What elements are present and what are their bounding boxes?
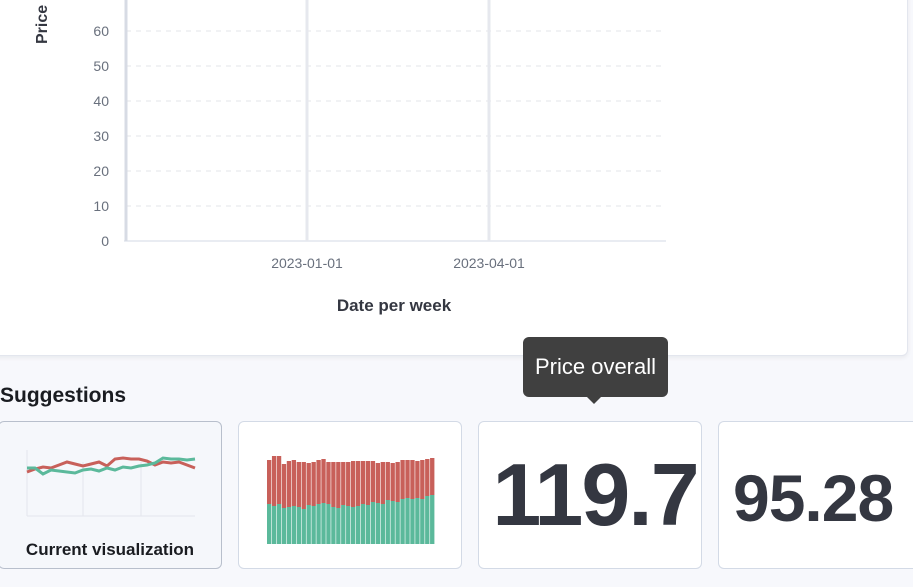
thumbnail-bar-red <box>420 460 425 499</box>
thumbnail-bar-green <box>375 503 381 544</box>
y-axis-title: Price <box>34 4 51 44</box>
suggestion-metric-secondary[interactable]: 95.28 <box>718 421 913 569</box>
thumbnail-bar-green <box>360 504 366 544</box>
thumbnail-bar-red <box>331 462 336 507</box>
suggestion-current-visualization[interactable]: Current visualization <box>0 421 222 569</box>
thumbnail-bar-red <box>351 461 356 507</box>
thumbnail-bar-red <box>267 460 272 504</box>
thumbnail-bar-red <box>370 461 376 502</box>
thumbnail-bar-red <box>365 461 371 505</box>
thumbnail-bar-green <box>306 505 311 544</box>
thumbnail-bar-green <box>276 504 282 544</box>
thumbnail-bar-red <box>306 463 311 505</box>
thumbnail-bar-red <box>375 463 381 503</box>
thumbnail-bar-green <box>286 507 292 544</box>
thumbnail-bar-green <box>385 500 390 544</box>
thumbnail-bar-red <box>425 459 430 496</box>
y-tick-label: 10 <box>93 198 109 214</box>
tooltip: Price overall <box>523 337 668 404</box>
stacked-bar-thumbnail <box>267 456 435 544</box>
y-tick-label: 50 <box>93 58 109 74</box>
thumbnail-bar-green <box>351 507 356 544</box>
thumbnail-bar-red <box>286 461 292 507</box>
thumbnail-bar-green <box>425 496 430 544</box>
thumbnail-bar-green <box>346 506 351 544</box>
suggestion-metric-price-overall[interactable]: 119.7 <box>478 421 702 569</box>
y-tick-label: 40 <box>93 93 109 109</box>
thumbnail-bar-green <box>341 505 346 544</box>
thumbnail-bar-red <box>336 462 341 508</box>
price-chart: 0 10 20 30 40 50 60 2023-01-01 2023-04-01 <box>93 0 666 271</box>
thumbnail-bar-red <box>296 462 301 507</box>
suggestions-title: Suggestions <box>0 384 127 407</box>
chart-grid <box>124 0 666 242</box>
thumbnail-bar-green <box>410 499 415 544</box>
thumbnail-bar-green <box>336 508 341 544</box>
x-tick-label: 2023-01-01 <box>271 255 343 271</box>
thumbnail-bar-green <box>415 498 420 544</box>
thumbnail-bar-red <box>395 462 400 502</box>
thumbnail-bar-green <box>281 508 287 544</box>
thumbnail-bar-green <box>430 495 435 544</box>
thumbnail-bar-red <box>380 462 385 504</box>
thumbnail-bar-red <box>405 460 410 498</box>
thumbnail-bar-green <box>291 506 297 544</box>
thumbnail-bar-red <box>271 456 277 506</box>
thumbnail-bar-red <box>326 462 331 504</box>
thumbnail-bar-red <box>311 462 316 506</box>
thumbnail-bar-green <box>400 499 405 544</box>
thumbnail-bar-green <box>395 502 400 544</box>
thumbnail-bar-red <box>341 462 346 505</box>
thumbnail-bar-green <box>267 504 272 544</box>
thumbnail-bar-green <box>365 505 371 544</box>
y-tick-label: 30 <box>93 128 109 144</box>
y-tick-label: 60 <box>93 23 109 39</box>
thumbnail-bar-green <box>355 506 361 544</box>
thumbnail-bar-red <box>390 463 395 501</box>
metric-value: 119.7 <box>492 445 699 544</box>
y-tick-label: 0 <box>101 233 109 249</box>
thumbnail-bar-red <box>321 459 326 503</box>
thumbnail-bar-red <box>281 464 287 508</box>
thumbnail-bar-green <box>311 506 316 544</box>
x-axis-title: Date per week <box>336 296 452 315</box>
metric-value-secondary: 95.28 <box>733 461 894 535</box>
thumbnail-bar-green <box>321 503 326 544</box>
y-tick-label: 20 <box>93 163 109 179</box>
thumbnail-bar-red <box>355 461 361 506</box>
thumbnail-bar-red <box>415 461 420 498</box>
current-visualization-label: Current visualization <box>25 540 195 559</box>
thumbnail-bar-green <box>370 502 376 544</box>
chart-panel: 0 10 20 30 40 50 60 2023-01-01 2023-04-01 <box>0 0 908 356</box>
thumbnail-bar-green <box>405 498 410 544</box>
thumbnail-bar-green <box>326 504 331 544</box>
thumbnail-bar-green <box>380 504 385 544</box>
thumbnail-bar-green <box>301 509 306 544</box>
thumbnail-bar-red <box>400 460 405 499</box>
thumbnail-bar-green <box>390 501 395 544</box>
thumbnail-bar-red <box>385 462 390 500</box>
thumbnail-bar-red <box>301 462 306 509</box>
chart-tick-labels: 0 10 20 30 40 50 60 2023-01-01 2023-04-01 <box>93 23 525 271</box>
thumbnail-bar-green <box>420 499 425 544</box>
thumbnail-bar-green <box>296 507 301 544</box>
thumbnail-bar-red <box>410 460 415 499</box>
thumbnail-bar-red <box>360 461 366 504</box>
x-tick-label: 2023-04-01 <box>453 255 525 271</box>
thumbnail-bar-red <box>276 456 282 504</box>
thumbnail-bar-red <box>291 460 297 506</box>
thumbnail-bar-red <box>346 462 351 506</box>
thumbnail-bar-green <box>271 506 277 544</box>
suggestion-stacked-bar[interactable] <box>238 421 462 569</box>
thumbnail-bar-green <box>316 504 321 544</box>
thumbnail-bar-green <box>331 507 336 544</box>
current-visualization-thumbnail <box>26 450 196 517</box>
thumbnail-bar-red <box>316 460 321 504</box>
thumbnail-bar-red <box>430 458 435 495</box>
